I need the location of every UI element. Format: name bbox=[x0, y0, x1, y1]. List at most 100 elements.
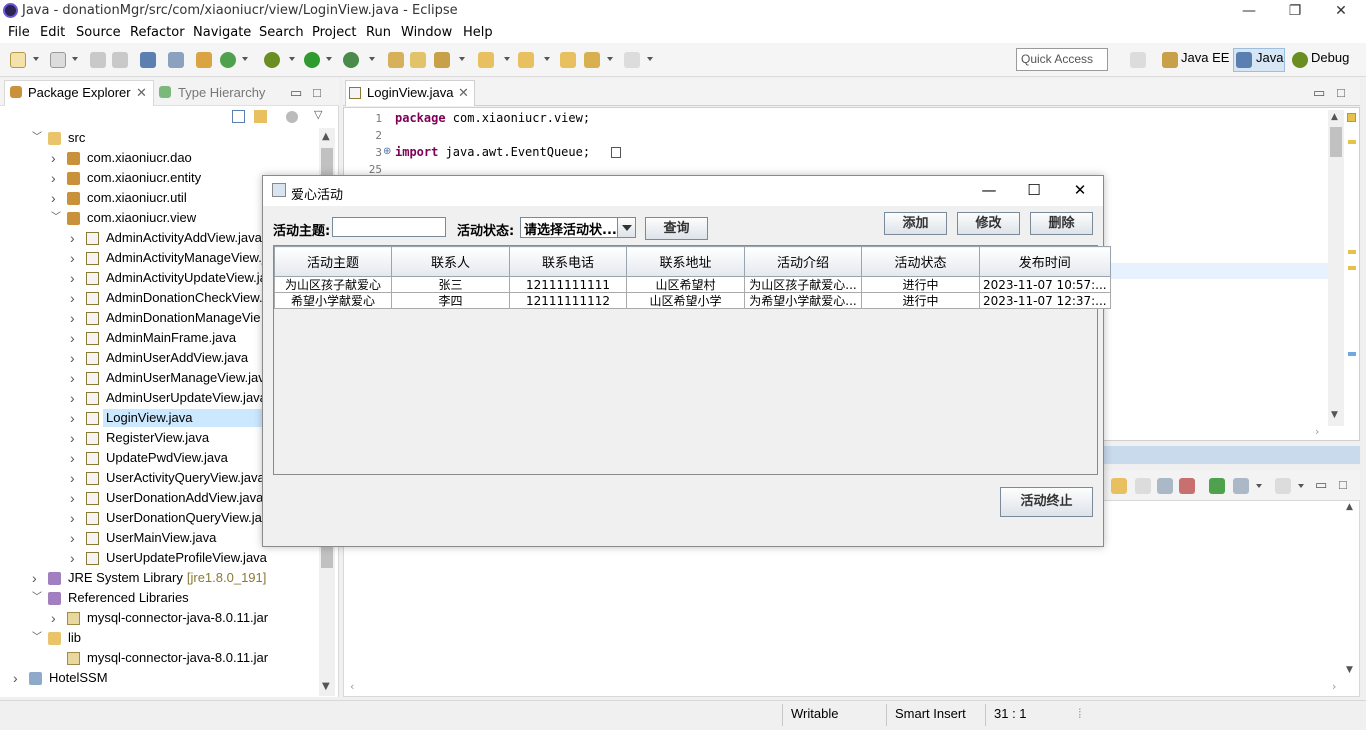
chevron-right-icon[interactable]: › bbox=[70, 548, 80, 568]
tree-item[interactable]: ﹀ src bbox=[0, 128, 318, 148]
annotation-icon[interactable] bbox=[478, 52, 494, 68]
menu-source[interactable]: Source bbox=[76, 25, 121, 40]
remove-launch-icon[interactable] bbox=[1179, 478, 1195, 494]
new-project-icon[interactable] bbox=[50, 52, 66, 68]
problems-icon[interactable] bbox=[1111, 478, 1127, 494]
column-header[interactable]: 联系电话 bbox=[509, 246, 627, 277]
menu-edit[interactable]: Edit bbox=[40, 25, 65, 40]
debug-icon[interactable] bbox=[264, 52, 280, 68]
hscroll-right-icon[interactable]: › bbox=[1315, 425, 1319, 438]
tree-item[interactable]: ﹀ lib bbox=[0, 628, 318, 648]
close-tab-icon[interactable]: ✕ bbox=[136, 85, 147, 101]
terminate-activity-button[interactable]: 活动终止 bbox=[1000, 487, 1093, 517]
javadoc-icon[interactable] bbox=[1135, 478, 1151, 494]
tree-item[interactable]: › HotelSSM bbox=[0, 668, 318, 688]
console-icon[interactable] bbox=[140, 52, 156, 68]
editor-scrollbar-thumb[interactable] bbox=[1330, 127, 1342, 157]
chevron-right-icon[interactable]: › bbox=[51, 608, 61, 628]
chevron-right-icon[interactable]: › bbox=[70, 508, 80, 528]
delete-button[interactable]: 删除 bbox=[1030, 212, 1093, 235]
tab-package-explorer-label[interactable]: Package Explorer bbox=[28, 85, 131, 100]
chevron-right-icon[interactable]: › bbox=[13, 668, 23, 688]
column-header[interactable]: 发布时间 bbox=[979, 246, 1111, 277]
table-cell[interactable]: 山区希望小学 bbox=[626, 292, 745, 309]
table-cell[interactable]: 2023-11-07 12:37:... bbox=[979, 292, 1111, 309]
occurrence-marker[interactable] bbox=[1348, 352, 1356, 356]
chevron-right-icon[interactable]: › bbox=[51, 148, 61, 168]
console-scroll-up-icon[interactable]: ▲ bbox=[1346, 502, 1353, 512]
table-cell[interactable]: 2023-11-07 10:57:... bbox=[979, 276, 1111, 293]
table-cell[interactable]: 张三 bbox=[391, 276, 510, 293]
last-edit-icon[interactable] bbox=[560, 52, 576, 68]
tab-loginview-label[interactable]: LoginView.java bbox=[367, 85, 454, 100]
chevron-right-icon[interactable]: › bbox=[70, 248, 80, 268]
warning-marker[interactable] bbox=[1348, 266, 1356, 270]
table-cell[interactable]: 李四 bbox=[391, 292, 510, 309]
perspective-java[interactable]: Java bbox=[1256, 50, 1283, 65]
column-header[interactable]: 活动介绍 bbox=[744, 246, 862, 277]
chevron-down-icon[interactable]: ﹀ bbox=[32, 588, 42, 608]
skip-breakpoints-icon[interactable] bbox=[168, 52, 184, 68]
forward-icon[interactable] bbox=[624, 52, 640, 68]
add-button[interactable]: 添加 bbox=[884, 212, 947, 235]
dialog-minimize-button[interactable]: — bbox=[966, 176, 1012, 205]
new-file-icon[interactable] bbox=[10, 52, 26, 68]
perspective-debug[interactable]: Debug bbox=[1311, 50, 1349, 65]
table-cell[interactable]: 进行中 bbox=[861, 276, 980, 293]
run-icon[interactable] bbox=[304, 52, 320, 68]
table-cell[interactable]: 希望小学献爱心 bbox=[274, 292, 392, 309]
table-cell[interactable]: 为山区孩子献爱心 bbox=[274, 276, 392, 293]
column-header[interactable]: 联系人 bbox=[391, 246, 510, 277]
minimize-button[interactable]: — bbox=[1226, 0, 1272, 22]
perspective-java-ee[interactable]: Java EE bbox=[1181, 50, 1229, 65]
tree-item[interactable]: › com.xiaoniucr.dao bbox=[0, 148, 318, 168]
scroll-up-icon[interactable]: ▲ bbox=[322, 131, 330, 142]
table-row[interactable]: 希望小学献爱心 李四 12111111112 山区希望小学 为希望小学献爱心..… bbox=[274, 292, 1111, 309]
maximize-view-icon[interactable]: □ bbox=[313, 85, 321, 100]
column-header[interactable]: 活动状态 bbox=[861, 246, 980, 277]
chevron-down-icon[interactable]: ﹀ bbox=[51, 208, 61, 228]
console-scroll-down-icon[interactable]: ▼ bbox=[1346, 665, 1353, 675]
tree-item[interactable]: › mysql-connector-java-8.0.11.jar bbox=[0, 608, 318, 628]
table-cell[interactable]: 山区希望村 bbox=[626, 276, 745, 293]
editor-scroll-up-icon[interactable]: ▲ bbox=[1331, 112, 1338, 122]
menu-window[interactable]: Window bbox=[401, 25, 452, 40]
editor-scrollbar[interactable] bbox=[1328, 110, 1344, 426]
chevron-right-icon[interactable]: › bbox=[70, 308, 80, 328]
chevron-down-icon[interactable] bbox=[617, 218, 635, 237]
display-console-icon[interactable] bbox=[1233, 478, 1249, 494]
table-row[interactable]: 为山区孩子献爱心 张三 12111111111 山区希望村 为山区孩子献爱心..… bbox=[274, 276, 1111, 293]
lower-maximize-icon[interactable]: □ bbox=[1339, 477, 1347, 492]
tree-item[interactable]: › JRE System Library [jre1.8.0_191] bbox=[0, 568, 318, 588]
restore-button[interactable]: ❐ bbox=[1272, 0, 1318, 22]
tab-type-hierarchy[interactable]: Type Hierarchy bbox=[178, 85, 265, 100]
collapse-all-icon[interactable] bbox=[232, 110, 245, 123]
quick-access-input[interactable]: Quick Access bbox=[1016, 48, 1108, 71]
tree-item[interactable]: ﹀ Referenced Libraries bbox=[0, 588, 318, 608]
new-package-icon[interactable] bbox=[388, 52, 404, 68]
menu-help[interactable]: Help bbox=[463, 25, 493, 40]
link-editor-icon[interactable] bbox=[254, 110, 267, 123]
chevron-right-icon[interactable]: › bbox=[70, 428, 80, 448]
chevron-right-icon[interactable]: › bbox=[70, 368, 80, 388]
chevron-down-icon[interactable]: ﹀ bbox=[32, 628, 42, 648]
fold-expand-icon[interactable]: ⊕ bbox=[383, 146, 391, 157]
chevron-right-icon[interactable]: › bbox=[70, 448, 80, 468]
focus-icon[interactable] bbox=[286, 111, 298, 123]
pin-icon[interactable] bbox=[1209, 478, 1225, 494]
folded-block-icon[interactable] bbox=[611, 147, 621, 158]
chevron-right-icon[interactable]: › bbox=[51, 188, 61, 208]
chevron-right-icon[interactable]: › bbox=[51, 168, 61, 188]
wand-icon[interactable] bbox=[434, 52, 450, 68]
console-hscroll-left-icon[interactable]: ‹ bbox=[350, 680, 354, 693]
dialog-maximize-button[interactable]: ☐ bbox=[1011, 176, 1057, 205]
run-external-icon[interactable] bbox=[343, 52, 359, 68]
minimize-view-icon[interactable]: ▭ bbox=[290, 85, 302, 101]
chevron-right-icon[interactable]: › bbox=[70, 468, 80, 488]
save-all-icon[interactable] bbox=[112, 52, 128, 68]
open-console-icon[interactable] bbox=[1275, 478, 1291, 494]
chevron-right-icon[interactable]: › bbox=[32, 568, 42, 588]
menu-project[interactable]: Project bbox=[312, 25, 356, 40]
menu-run[interactable]: Run bbox=[366, 25, 391, 40]
editor-maximize-icon[interactable]: □ bbox=[1337, 85, 1345, 100]
